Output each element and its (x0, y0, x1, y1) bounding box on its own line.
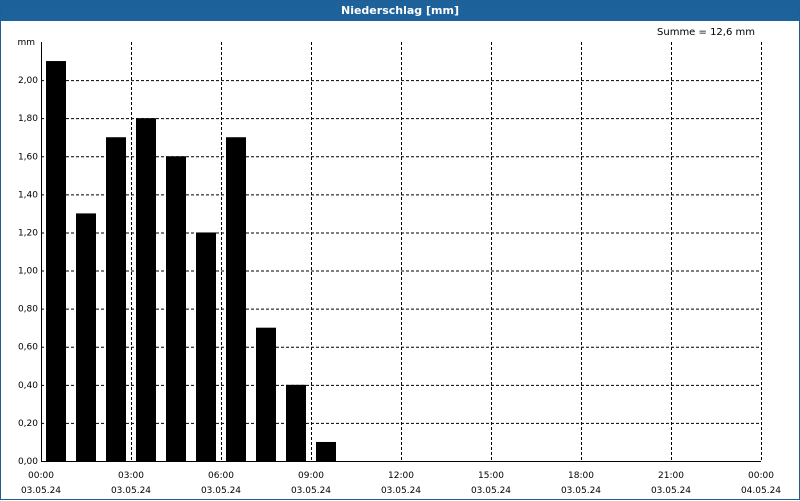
x-tick-date-label: 03.05.24 (651, 486, 691, 496)
y-tick-label: 1,20 (18, 228, 38, 238)
bar (256, 327, 276, 461)
x-tick-date-label: 03.05.24 (111, 486, 151, 496)
x-tick-date-label: 03.05.24 (471, 486, 511, 496)
x-tick-time-label: 18:00 (568, 471, 594, 481)
bar (46, 61, 66, 461)
y-tick-label: 1,80 (18, 114, 38, 124)
y-tick-label: 2,00 (18, 76, 38, 86)
y-tick-label: 0,20 (18, 419, 38, 429)
bar (226, 137, 246, 461)
y-tick-label: 1,60 (18, 152, 38, 162)
bar (136, 118, 156, 461)
y-tick-label: 0,40 (18, 381, 38, 391)
chart-window: Niederschlag [mm] Summe = 12,6 mm mm 0,00… (0, 0, 800, 500)
y-tick-label: 1,40 (18, 190, 38, 200)
bar (286, 384, 306, 461)
bar (196, 232, 216, 461)
x-tick-time-label: 12:00 (388, 471, 414, 481)
x-tick-time-label: 00:00 (28, 471, 54, 481)
bars (46, 61, 336, 462)
bar (106, 137, 126, 461)
y-tick-label: 1,00 (18, 267, 38, 277)
x-tick-date-label: 03.05.24 (291, 486, 331, 496)
x-tick-date-label: 03.05.24 (201, 486, 241, 496)
y-tick-label: 0,00 (18, 457, 38, 467)
x-tick-time-label: 03:00 (118, 471, 144, 481)
bar (76, 213, 96, 461)
y-tick-label: 0,60 (18, 343, 38, 353)
tick-labels: mm 0,00 0,20 0,40 0,60 0,80 1,00 1,20 1,40 1,60 1,… (17, 38, 781, 496)
x-tick-time-label: 21:00 (658, 471, 684, 481)
x-tick-time-label: 06:00 (208, 471, 234, 481)
bar (316, 441, 336, 461)
x-tick-date-label: 03.05.24 (561, 486, 601, 496)
x-tick-time-label: 09:00 (298, 471, 324, 481)
x-tick-date-label: 04.05.24 (741, 486, 781, 496)
precipitation-chart: mm 0,00 0,20 0,40 0,60 0,80 1,00 1,20 1,40 1,60 1,… (17, 38, 781, 496)
x-tick-time-label: 15:00 (478, 471, 504, 481)
x-tick-time-label: 00:00 (748, 471, 774, 481)
bar (166, 156, 186, 462)
x-tick-date-label: 03.05.24 (381, 486, 421, 496)
y-tick-label: 0,80 (18, 305, 38, 315)
y-axis-unit-label: mm (17, 38, 35, 48)
x-tick-date-label: 03.05.24 (21, 486, 61, 496)
